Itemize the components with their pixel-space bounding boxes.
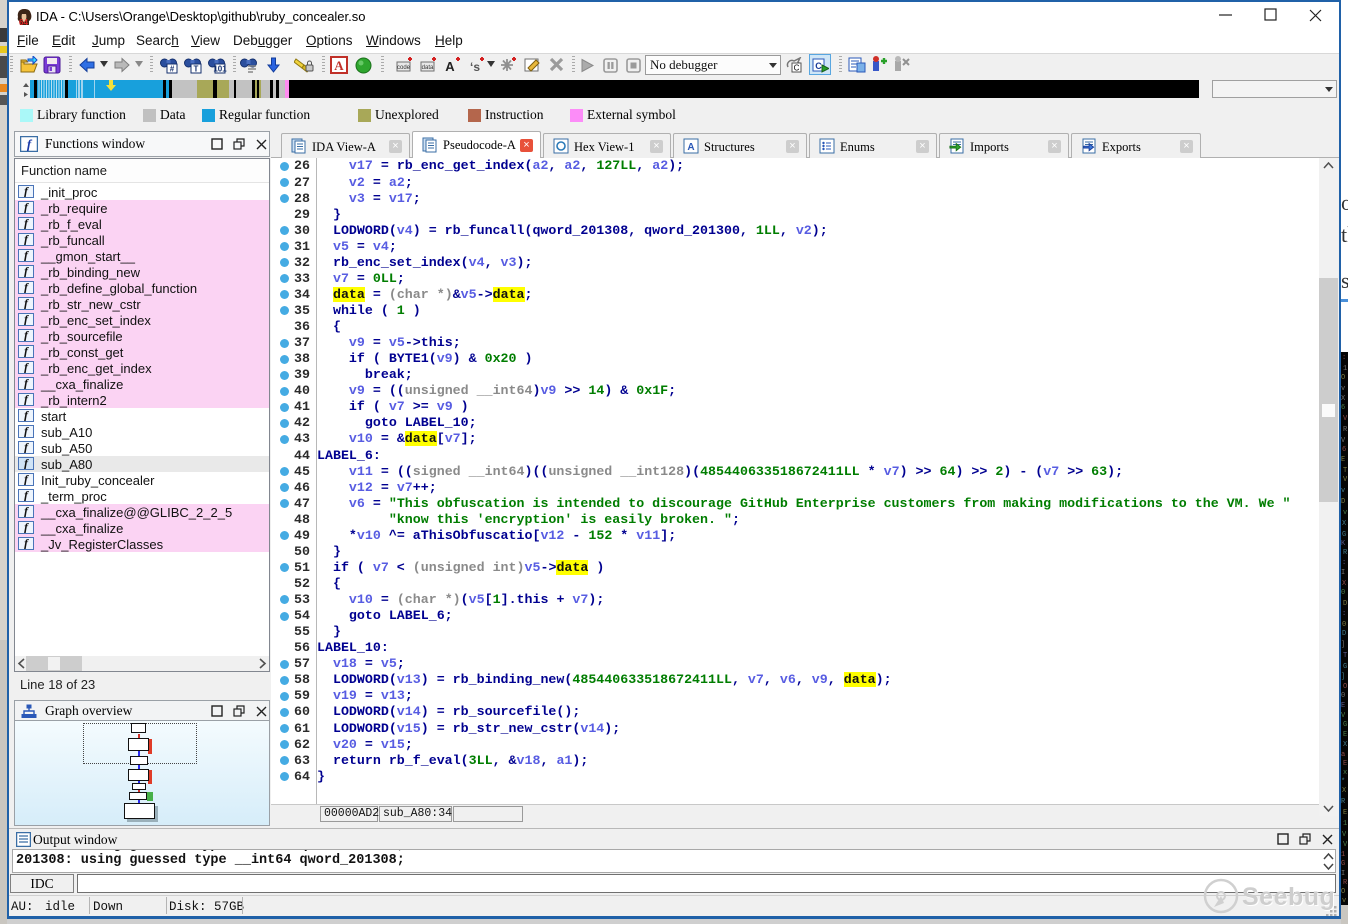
svg-text:A: A xyxy=(445,59,455,74)
svg-text:101: 101 xyxy=(213,65,227,74)
svg-text:data: data xyxy=(422,65,434,71)
svg-text:code: code xyxy=(397,65,411,71)
svg-text:C: C xyxy=(815,61,822,71)
svg-text:A: A xyxy=(687,142,694,153)
svg-text:A: A xyxy=(334,58,344,73)
svg-text:#: # xyxy=(170,65,175,74)
svg-text:64: 64 xyxy=(19,18,28,27)
svg-text:‘s: ‘s xyxy=(470,60,480,74)
svg-text:C: C xyxy=(794,64,800,73)
svg-text:T: T xyxy=(194,65,199,74)
